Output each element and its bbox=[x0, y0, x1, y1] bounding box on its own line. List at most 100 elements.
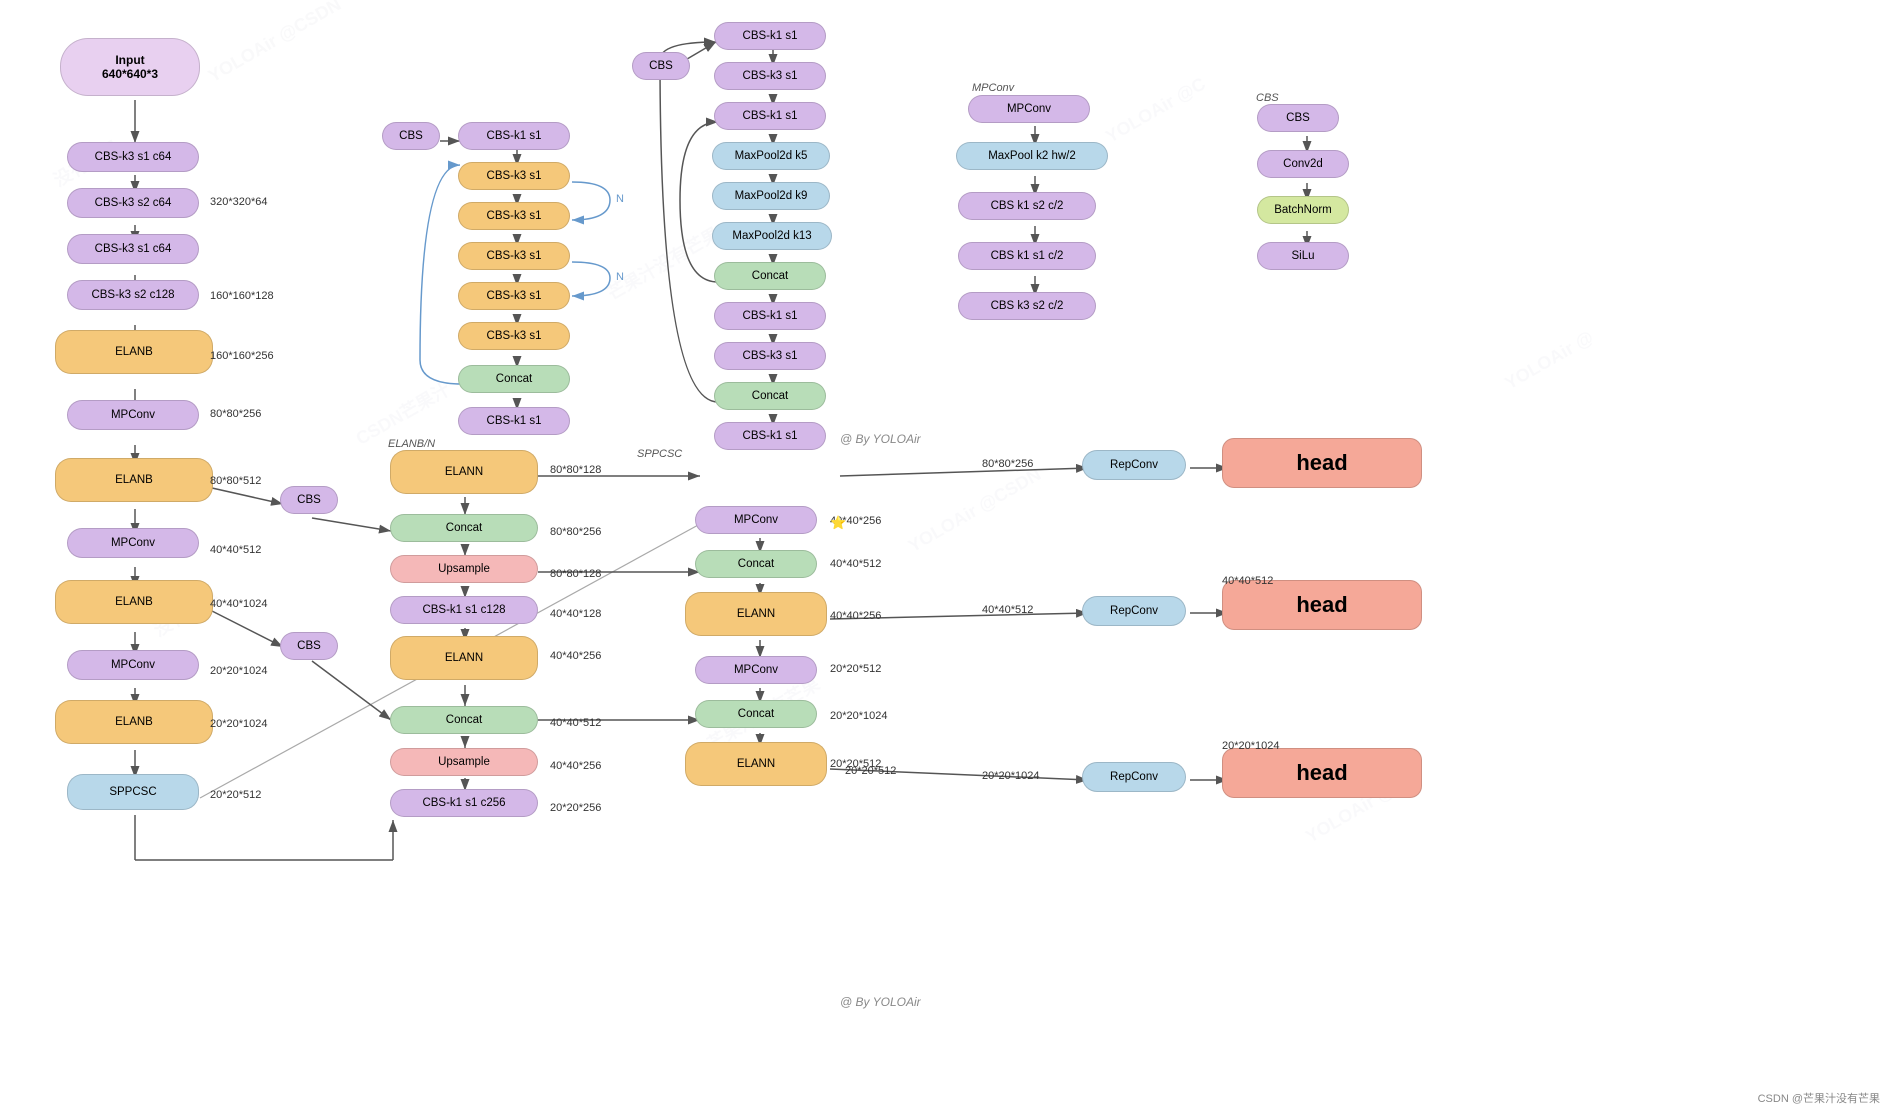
node-elanb1: ELANB bbox=[55, 330, 213, 374]
dim-40x40x1024: 40*40*1024 bbox=[210, 598, 268, 610]
sppc-cbs: CBS bbox=[632, 52, 690, 80]
dim-80x80x256: 80*80*256 bbox=[210, 408, 261, 420]
repconv1: RepConv bbox=[1082, 450, 1186, 480]
dim-40x40x512-h2: 40*40*512 bbox=[1222, 575, 1273, 587]
node-mpconv2: MPConv bbox=[67, 528, 199, 558]
dim-40x40x128: 40*40*128 bbox=[550, 608, 601, 620]
watermark-10: YOLOAir @ bbox=[1501, 327, 1597, 394]
sppc-maxpool-k9: MaxPool2d k9 bbox=[712, 182, 830, 210]
sppc-cbsk3s1b: CBS-k3 s1 bbox=[714, 342, 826, 370]
elanbn-cbsk3s1d: CBS-k3 s1 bbox=[458, 282, 570, 310]
dim-320x320x64: 320*320*64 bbox=[210, 196, 268, 208]
dim-20x20x256: 20*20*256 bbox=[550, 802, 601, 814]
elanbn-cbsk1s1a: CBS-k1 s1 bbox=[458, 122, 570, 150]
star-label: ⭐ bbox=[830, 515, 846, 531]
dim-80x80x256: 80*80*256 bbox=[550, 526, 601, 538]
byline1: @ By YOLOAir bbox=[840, 432, 921, 446]
dim-40x40x512-r: 40*40*512 bbox=[830, 558, 881, 570]
cbs-silu: SiLu bbox=[1257, 242, 1349, 270]
node-cbs-k3s2-c128: CBS-k3 s2 c128 bbox=[67, 280, 199, 310]
concat-neck1: Concat bbox=[695, 550, 817, 578]
dim-20x20x1024-h2: 20*20*1024 bbox=[1222, 740, 1280, 752]
head2: head bbox=[1222, 580, 1422, 630]
upsample2: Upsample bbox=[390, 748, 538, 776]
sppc-maxpool-k13: MaxPool2d k13 bbox=[712, 222, 832, 250]
mpconv-neck1: MPConv bbox=[695, 506, 817, 534]
cbs-batchnorm: BatchNorm bbox=[1257, 196, 1349, 224]
node-elanb3: ELANB bbox=[55, 580, 213, 624]
cbs-neck1: CBS bbox=[280, 486, 338, 514]
mpconv-cbsk3s2: CBS k3 s2 c/2 bbox=[958, 292, 1096, 320]
dim-80x80x512: 80*80*512 bbox=[210, 475, 261, 487]
cbs-k1s1-c256: CBS-k1 s1 c256 bbox=[390, 789, 538, 817]
mpconv-title: MPConv bbox=[968, 95, 1090, 123]
cbs-k1s1-c128: CBS-k1 s1 c128 bbox=[390, 596, 538, 624]
dim-160x160x256: 160*160*256 bbox=[210, 350, 274, 362]
dim-40x40x512: 40*40*512 bbox=[550, 717, 601, 729]
svg-text:N: N bbox=[616, 271, 624, 283]
sppc-cbsk1s1a: CBS-k1 s1 bbox=[714, 22, 826, 50]
elann-neck1: ELANN bbox=[685, 592, 827, 636]
elanbn-cbsk1s1b: CBS-k1 s1 bbox=[458, 407, 570, 435]
node-cbs-k3s2-c64: CBS-k3 s2 c64 bbox=[67, 188, 199, 218]
node-mpconv3: MPConv bbox=[67, 650, 199, 680]
sppc-concat1: Concat bbox=[714, 262, 826, 290]
node-elanb2: ELANB bbox=[55, 458, 213, 502]
diagram-container: YOLOAir @CSDN 没有芒果 芒果汁没有芒果 CSDN芒果汁 YOLOA… bbox=[0, 0, 1896, 1114]
cbs-title: CBS bbox=[1257, 104, 1339, 132]
elanbn-cbsk3s1c: CBS-k3 s1 bbox=[458, 242, 570, 270]
sppc-cbsk3s1a: CBS-k3 s1 bbox=[714, 62, 826, 90]
credit: CSDN @芒果汁没有芒果 bbox=[1758, 1090, 1880, 1106]
node-sppcsc: SPPCSC bbox=[67, 774, 199, 810]
repconv2: RepConv bbox=[1082, 596, 1186, 626]
elann-neck2: ELANN bbox=[685, 742, 827, 786]
elanbn-cbs: CBS bbox=[382, 122, 440, 150]
elanbn-cbsk3s1e: CBS-k3 s1 bbox=[458, 322, 570, 350]
dim-40x40x256b: 40*40*256 bbox=[550, 760, 601, 772]
dim-40x40x256-r2: 40*40*256 bbox=[830, 610, 881, 622]
dim-20x20x1024-h: 20*20*1024 bbox=[982, 770, 1040, 782]
elanbn-concat: Concat bbox=[458, 365, 570, 393]
input-node: Input 640*640*3 bbox=[60, 38, 200, 96]
concat2: Concat bbox=[390, 706, 538, 734]
dim-20x20x512-n: 20*20*512 bbox=[845, 765, 896, 777]
sppc-concat2: Concat bbox=[714, 382, 826, 410]
svg-text:N: N bbox=[616, 193, 624, 205]
mpconv-neck2: MPConv bbox=[695, 656, 817, 684]
elanbn-cbsk3s1a: CBS-k3 s1 bbox=[458, 162, 570, 190]
node-cbs-k3s1-c64a: CBS-k3 s1 c64 bbox=[67, 142, 199, 172]
dim-20x20x1024b: 20*20*1024 bbox=[210, 718, 268, 730]
node-cbs-k3s1-c64b: CBS-k3 s1 c64 bbox=[67, 234, 199, 264]
label-sppcsc: SPPCSC bbox=[637, 448, 682, 460]
dim-80x80x128b: 80*80*128 bbox=[550, 568, 601, 580]
label-mpconv: MPConv bbox=[972, 82, 1014, 94]
upsample1: Upsample bbox=[390, 555, 538, 583]
sppc-maxpool-k5: MaxPool2d k5 bbox=[712, 142, 830, 170]
label-cbs: CBS bbox=[1256, 92, 1279, 104]
concat-neck2: Concat bbox=[695, 700, 817, 728]
mpconv-cbsk1s2: CBS k1 s2 c/2 bbox=[958, 192, 1096, 220]
watermark-8: YOLOAir @C bbox=[1102, 74, 1209, 148]
watermark-1: YOLOAir @CSDN bbox=[205, 0, 345, 87]
mpconv-maxpool: MaxPool k2 hw/2 bbox=[956, 142, 1108, 170]
arrows-svg: N N bbox=[0, 0, 1896, 1114]
sppc-cbsk1s1b: CBS-k1 s1 bbox=[714, 102, 826, 130]
node-elanb4: ELANB bbox=[55, 700, 213, 744]
head1: head bbox=[1222, 438, 1422, 488]
byline2: @ By YOLOAir bbox=[840, 995, 921, 1009]
head3: head bbox=[1222, 748, 1422, 798]
cbs-neck2: CBS bbox=[280, 632, 338, 660]
label-elanbn: ELANB/N bbox=[388, 438, 435, 450]
elanbn-cbsk3s1b: CBS-k3 s1 bbox=[458, 202, 570, 230]
dim-160x160x128: 160*160*128 bbox=[210, 290, 274, 302]
node-mpconv1: MPConv bbox=[67, 400, 199, 430]
dim-40x40x512: 40*40*512 bbox=[210, 544, 261, 556]
dim-20x20x1024: 20*20*1024 bbox=[210, 665, 268, 677]
sppc-cbsk1s1d: CBS-k1 s1 bbox=[714, 422, 826, 450]
sppc-cbsk1s1c: CBS-k1 s1 bbox=[714, 302, 826, 330]
dim-40x40x512-h: 40*40*512 bbox=[982, 604, 1033, 616]
watermark-3: 芒果汁没有芒果 bbox=[602, 220, 724, 306]
dim-20x20x1024-r: 20*20*1024 bbox=[830, 710, 888, 722]
dim-80x80x128: 80*80*128 bbox=[550, 464, 601, 476]
mpconv-cbsk1s1: CBS k1 s1 c/2 bbox=[958, 242, 1096, 270]
